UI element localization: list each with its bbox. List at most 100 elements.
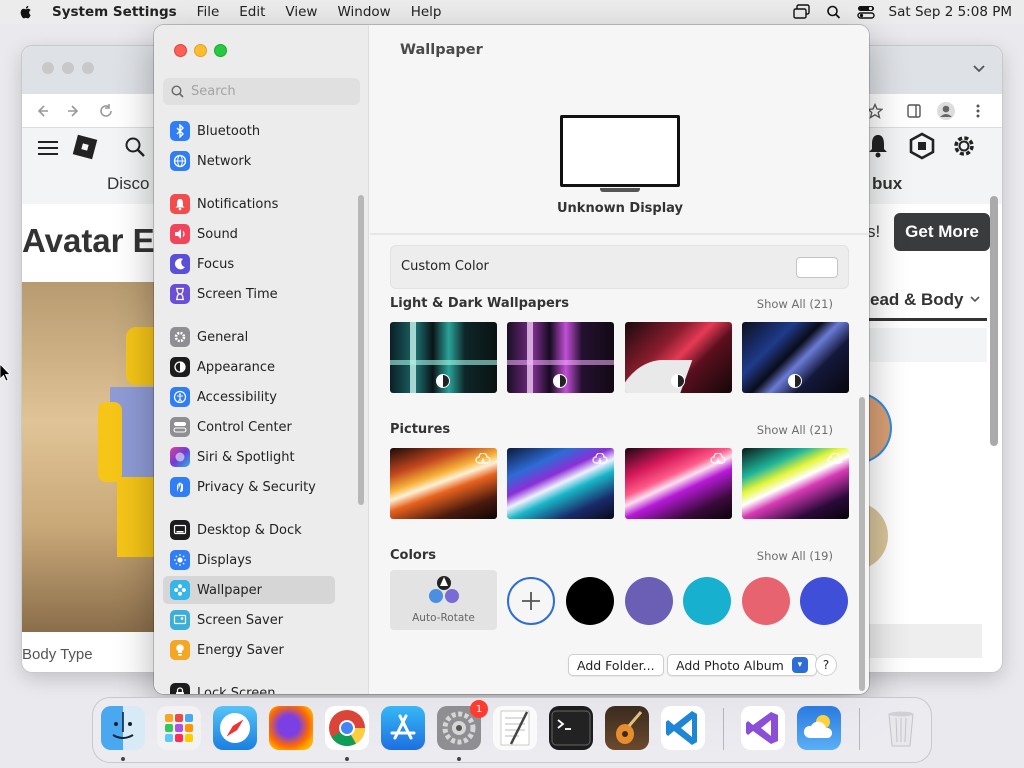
weather-icon[interactable] bbox=[797, 706, 841, 750]
menu-file[interactable]: File bbox=[197, 4, 220, 20]
sidebar-item-siri-spotlight[interactable]: Siri & Spotlight bbox=[163, 443, 343, 471]
profile-avatar-icon[interactable] bbox=[936, 101, 956, 121]
menu-clock[interactable]: Sat Sep 2 5:08 PM bbox=[889, 4, 1012, 20]
browser-close-dot[interactable] bbox=[42, 62, 54, 74]
minimize-window-button[interactable] bbox=[194, 44, 207, 57]
roblox-logo-icon[interactable] bbox=[70, 132, 100, 162]
trash-icon[interactable] bbox=[879, 706, 923, 750]
robux-icon[interactable] bbox=[908, 132, 936, 160]
pane-scrollbar[interactable] bbox=[859, 397, 865, 691]
wallpaper-thumb[interactable] bbox=[390, 448, 497, 519]
dropdown-chevron-icon[interactable]: ▾ bbox=[791, 657, 808, 673]
browser-minimize-dot[interactable] bbox=[62, 62, 74, 74]
menu-edit[interactable]: Edit bbox=[239, 4, 265, 20]
sidebar-item-label: Privacy & Security bbox=[197, 479, 316, 495]
custom-color-well[interactable] bbox=[796, 257, 838, 278]
sidebar-item-screen-saver[interactable]: Screen Saver bbox=[163, 606, 343, 634]
color-swatch-pink[interactable] bbox=[742, 577, 790, 625]
search-field[interactable]: Search bbox=[163, 78, 360, 105]
sidebar-item-lock-screen[interactable]: Lock Screen bbox=[163, 679, 343, 694]
control-center-icon[interactable] bbox=[856, 4, 875, 20]
pictures-show-all[interactable]: Show All (21) bbox=[757, 423, 833, 437]
head-body-chevron-icon[interactable] bbox=[970, 296, 980, 304]
firefox-icon[interactable] bbox=[269, 706, 313, 750]
apple-icon[interactable] bbox=[18, 4, 34, 20]
zoom-window-button[interactable] bbox=[214, 44, 227, 57]
add-folder-button[interactable]: Add Folder... bbox=[568, 654, 664, 676]
cloud-download-icon[interactable] bbox=[827, 453, 843, 465]
menu-window[interactable]: Window bbox=[337, 4, 390, 20]
textedit-icon[interactable] bbox=[493, 706, 537, 750]
close-window-button[interactable] bbox=[174, 44, 187, 57]
sidebar-item-notifications[interactable]: Notifications bbox=[163, 190, 343, 218]
sidebar-item-sound[interactable]: Sound bbox=[163, 220, 343, 248]
color-swatch-black[interactable] bbox=[566, 577, 614, 625]
settings-gear-icon[interactable] bbox=[950, 132, 978, 160]
sidebar-item-network[interactable]: Network bbox=[163, 147, 343, 175]
bookmark-star-icon[interactable] bbox=[867, 103, 883, 119]
browser-scrollbar[interactable] bbox=[990, 196, 998, 446]
sidebar-item-bluetooth[interactable]: Bluetooth bbox=[163, 117, 343, 145]
hamburger-menu-icon[interactable] bbox=[38, 140, 58, 156]
cloud-download-icon[interactable] bbox=[710, 453, 726, 465]
wallpaper-thumb[interactable] bbox=[625, 322, 732, 393]
sidebar-item-privacy-security[interactable]: Privacy & Security bbox=[163, 473, 343, 501]
color-swatch-teal[interactable] bbox=[683, 577, 731, 625]
get-more-button[interactable]: Get More bbox=[894, 213, 990, 251]
wallpaper-thumb[interactable] bbox=[742, 322, 849, 393]
sidebar-item-screen-time[interactable]: Screen Time bbox=[163, 280, 343, 308]
wallpaper-thumb[interactable] bbox=[625, 448, 732, 519]
sidebar-item-accessibility[interactable]: Accessibility bbox=[163, 383, 343, 411]
sidebar-item-wallpaper[interactable]: Wallpaper bbox=[163, 576, 335, 604]
terminal-icon[interactable] bbox=[549, 706, 593, 750]
avatar-preview[interactable] bbox=[22, 282, 170, 632]
reload-icon[interactable] bbox=[98, 103, 114, 119]
head-body-tab[interactable]: ead & Body bbox=[870, 290, 964, 310]
sidebar-item-displays[interactable]: Displays bbox=[163, 546, 343, 574]
sidebar-item-general[interactable]: General bbox=[163, 323, 343, 351]
forward-icon[interactable] bbox=[66, 103, 82, 119]
spotlight-search-icon[interactable] bbox=[825, 4, 843, 20]
chevron-down-icon[interactable] bbox=[972, 64, 986, 74]
wallpaper-thumb[interactable] bbox=[390, 322, 497, 393]
light-dark-show-all[interactable]: Show All (21) bbox=[757, 297, 833, 311]
sidebar-item-focus[interactable]: Focus bbox=[163, 250, 343, 278]
roblox-search-icon[interactable] bbox=[124, 136, 146, 158]
sidebar-item-appearance[interactable]: Appearance bbox=[163, 353, 343, 381]
sidebar-item-control-center[interactable]: Control Center bbox=[163, 413, 343, 441]
launchpad-icon[interactable] bbox=[157, 706, 201, 750]
menu-app-name[interactable]: System Settings bbox=[52, 4, 177, 20]
finder-icon[interactable] bbox=[101, 706, 145, 750]
safari-icon[interactable] bbox=[213, 706, 257, 750]
menu-help[interactable]: Help bbox=[411, 4, 442, 20]
colors-show-all[interactable]: Show All (19) bbox=[757, 549, 833, 563]
color-swatch-blue[interactable] bbox=[800, 577, 848, 625]
wallpaper-thumb[interactable] bbox=[507, 322, 614, 393]
visual-studio-icon[interactable] bbox=[741, 706, 785, 750]
screen-mirroring-icon[interactable] bbox=[792, 4, 811, 20]
wallpaper-thumb[interactable] bbox=[742, 448, 849, 519]
add-color-button[interactable] bbox=[507, 577, 555, 625]
app-store-icon[interactable] bbox=[381, 706, 425, 750]
vscode-icon[interactable] bbox=[661, 706, 705, 750]
back-icon[interactable] bbox=[34, 103, 50, 119]
chrome-icon[interactable] bbox=[325, 706, 369, 750]
cloud-download-icon[interactable] bbox=[592, 453, 608, 465]
wallpaper-thumb[interactable] bbox=[507, 448, 614, 519]
add-photo-album-button[interactable]: Add Photo Album ▾ bbox=[667, 654, 817, 676]
roblox-nav-discover[interactable]: Disco bbox=[107, 174, 150, 194]
side-panel-icon[interactable] bbox=[906, 103, 922, 119]
auto-rotate-option[interactable]: Auto-Rotate bbox=[390, 570, 497, 630]
roblox-nav-robux[interactable]: bux bbox=[872, 174, 902, 194]
help-button[interactable]: ? bbox=[815, 654, 837, 676]
sidebar-scrollbar[interactable] bbox=[358, 195, 364, 505]
menu-view[interactable]: View bbox=[285, 4, 317, 20]
sidebar-item-energy-saver[interactable]: Energy Saver bbox=[163, 636, 343, 664]
color-swatch-purple[interactable] bbox=[625, 577, 673, 625]
cloud-download-icon[interactable] bbox=[475, 453, 491, 465]
browser-zoom-dot[interactable] bbox=[82, 62, 94, 74]
sidebar-item-label: Desktop & Dock bbox=[197, 522, 302, 538]
garageband-icon[interactable] bbox=[605, 706, 649, 750]
sidebar-item-desktop-dock[interactable]: Desktop & Dock bbox=[163, 516, 343, 544]
browser-menu-icon[interactable] bbox=[974, 103, 982, 119]
